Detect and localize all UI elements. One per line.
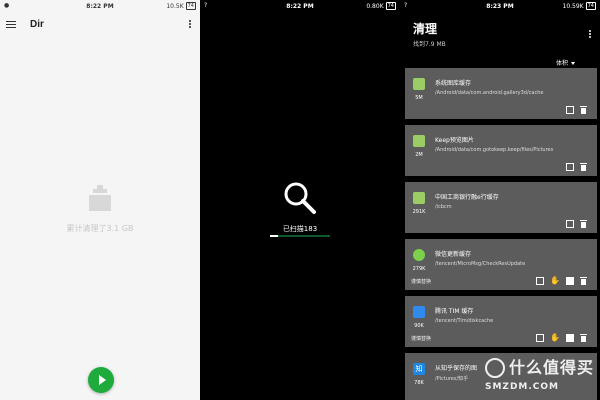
- select-checkbox[interactable]: [566, 106, 574, 114]
- network-speed: 0.80K: [366, 2, 384, 10]
- list-item[interactable]: 2M Keep预览图片 /Android/data/com.gotokeep.k…: [405, 125, 597, 176]
- item-name: 微信更新缓存: [435, 251, 472, 258]
- status-time: 8:22 PM: [286, 2, 314, 10]
- watermark-line2: SMZDM.COM: [484, 382, 560, 392]
- select-checkbox[interactable]: [566, 163, 574, 171]
- watermark: 什么值得买 SMZDM.COM: [484, 354, 594, 392]
- item-name: 从知乎保存的图: [435, 365, 478, 372]
- sort-dropdown[interactable]: 体积: [556, 58, 575, 67]
- select-checkbox[interactable]: [536, 334, 545, 342]
- status-indicators: 0.80K 74: [366, 2, 396, 10]
- trash-icon: [89, 185, 111, 213]
- zhihu-icon: 知: [413, 363, 425, 375]
- item-path: /Android/data/com.gotokeep.keep/files/Pi…: [435, 147, 554, 153]
- battery-icon: 74: [585, 2, 596, 10]
- network-speed: 10.59K: [562, 2, 584, 10]
- screenshot-collage: ● 8:22 PM 10.5K 74 Dir 累计清理了3.1 GB ? 8:2…: [0, 0, 600, 400]
- item-path: /icbcm: [435, 204, 452, 210]
- select-checkbox[interactable]: [566, 220, 574, 228]
- item-name: 腾讯 TIM 缓存: [435, 308, 474, 315]
- scan-progress-bar: [270, 235, 330, 237]
- progress-fill: [270, 235, 279, 237]
- notification-icon: ?: [404, 2, 408, 9]
- checked-checkbox[interactable]: [566, 277, 574, 285]
- battery-icon: 74: [185, 2, 196, 10]
- toolbar: Dir: [0, 12, 200, 36]
- item-path: /Android/data/com.android.gallery3d/cach…: [435, 90, 544, 96]
- list-item[interactable]: 90K 腾讯 TIM 缓存 /tencent/Tim/diskcache 谨慎替…: [405, 296, 597, 347]
- status-indicators: 10.5K 74: [166, 2, 196, 10]
- list-item[interactable]: 279K 微信更新缓存 /tencent/MicroMsg/CheckResUp…: [405, 239, 597, 290]
- status-bar: ? 8:23 PM 10.59K 74: [400, 0, 600, 12]
- page-title: 清理: [413, 22, 438, 36]
- item-size: 78K: [414, 380, 424, 386]
- android-icon: [413, 192, 425, 204]
- select-checkbox[interactable]: [536, 277, 545, 285]
- more-options-icon[interactable]: [586, 30, 594, 38]
- item-size: 291K: [412, 209, 426, 215]
- delete-icon[interactable]: [580, 277, 587, 285]
- android-icon: [413, 135, 425, 147]
- cleaned-total-text: 累计清理了3.1 GB: [66, 224, 134, 233]
- checked-checkbox[interactable]: [566, 334, 574, 342]
- item-actions: ✋: [536, 334, 587, 342]
- item-name: Keep预览图片: [435, 137, 474, 144]
- sort-label: 体积: [555, 60, 568, 67]
- android-icon: [413, 78, 425, 90]
- smzdm-logo-icon: [484, 358, 505, 378]
- delete-icon[interactable]: [580, 220, 587, 228]
- delete-icon[interactable]: [580, 334, 587, 342]
- clean-results-screen: ? 8:23 PM 10.59K 74 清理 找到7.9 MB 体积 5M 系统…: [400, 0, 600, 400]
- item-name: 中国工商银行融e行缓存: [435, 194, 499, 201]
- item-actions: [566, 106, 587, 114]
- item-path: /tencent/Tim/diskcache: [435, 318, 494, 324]
- item-actions: ✋: [536, 277, 587, 285]
- more-options-icon[interactable]: [186, 20, 194, 28]
- status-bar: ● 8:22 PM 10.5K 74: [0, 0, 200, 12]
- network-speed: 10.5K: [166, 2, 184, 10]
- caution-note: 谨慎替换: [411, 336, 432, 342]
- item-size: 279K: [412, 266, 426, 272]
- delete-icon[interactable]: [580, 106, 587, 114]
- search-icon: [284, 182, 316, 214]
- item-path: /tencent/MicroMsg/CheckResUpdate: [435, 261, 526, 267]
- junk-list: 5M 系统图库缓存 /Android/data/com.android.gall…: [405, 68, 597, 400]
- caution-note: 谨慎替换: [411, 279, 432, 285]
- menu-icon[interactable]: [6, 20, 16, 28]
- status-indicators: 10.59K 74: [562, 2, 596, 10]
- results-header: 清理 找到7.9 MB 体积: [400, 12, 600, 68]
- item-path: /Pictures/知乎: [435, 376, 469, 382]
- watermark-line1: 什么值得买: [508, 357, 594, 377]
- status-time: 8:22 PM: [86, 2, 114, 10]
- play-icon: [98, 375, 106, 385]
- notification-icon: ?: [204, 2, 208, 9]
- item-size: 5M: [415, 95, 423, 101]
- list-item[interactable]: 5M 系统图库缓存 /Android/data/com.android.gall…: [405, 68, 597, 119]
- item-size: 90K: [414, 323, 424, 329]
- status-time: 8:23 PM: [486, 2, 514, 10]
- status-bar: ? 8:22 PM 0.80K 74: [200, 0, 400, 12]
- scan-status: 已扫描183: [200, 180, 400, 234]
- app-title: Dir: [30, 18, 44, 30]
- hand-icon[interactable]: ✋: [550, 334, 560, 342]
- wechat-icon: [413, 249, 425, 261]
- start-scan-button[interactable]: [88, 367, 114, 393]
- delete-icon[interactable]: [580, 163, 587, 171]
- scanned-count-text: 已扫描183: [282, 225, 318, 233]
- hand-icon[interactable]: ✋: [550, 277, 560, 285]
- notification-icon: ●: [4, 2, 10, 9]
- found-size-text: 找到7.9 MB: [413, 41, 446, 48]
- item-size: 2M: [415, 152, 423, 158]
- empty-state: 累计清理了3.1 GB: [0, 185, 200, 234]
- tim-icon: [413, 306, 425, 318]
- dir-home-screen: ● 8:22 PM 10.5K 74 Dir 累计清理了3.1 GB: [0, 0, 200, 400]
- item-actions: [566, 220, 587, 228]
- item-name: 系统图库缓存: [435, 80, 472, 87]
- item-actions: [566, 163, 587, 171]
- battery-icon: 74: [385, 2, 396, 10]
- scanning-screen: ? 8:22 PM 0.80K 74 已扫描183: [200, 0, 400, 400]
- chevron-down-icon: [571, 62, 575, 65]
- list-item[interactable]: 291K 中国工商银行融e行缓存 /icbcm: [405, 182, 597, 233]
